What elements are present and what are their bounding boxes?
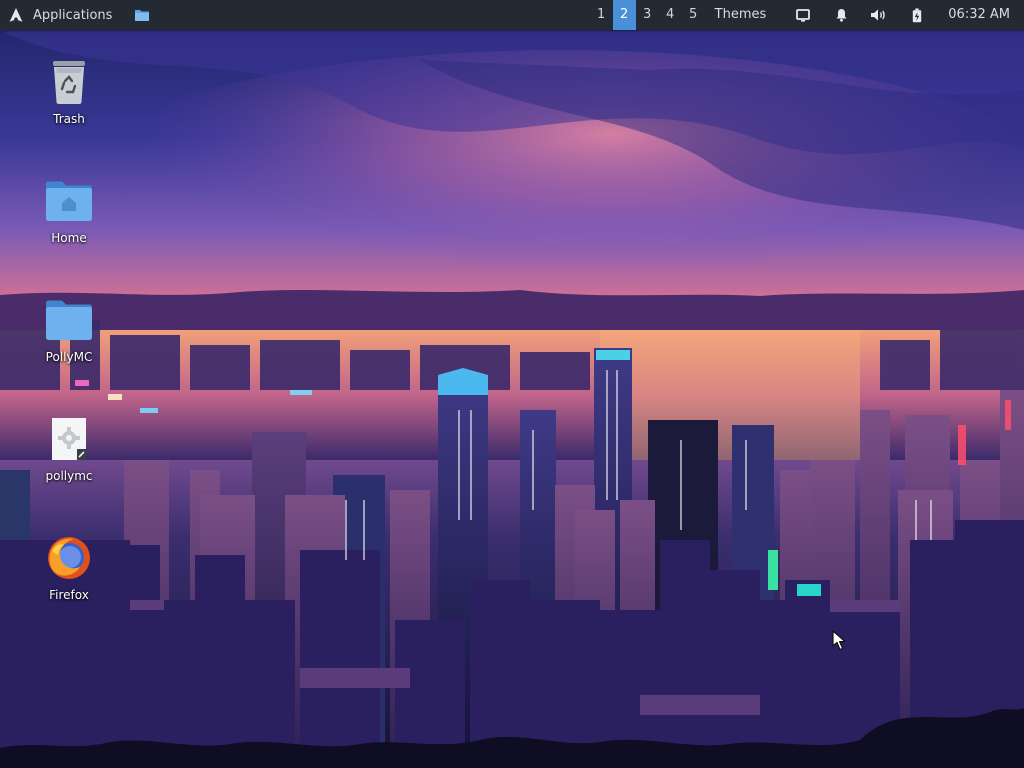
volume-tray-button[interactable] <box>860 0 898 30</box>
workspace-4[interactable]: 4 <box>659 0 682 30</box>
battery-charging-icon <box>913 8 922 22</box>
applications-label: Applications <box>33 7 113 23</box>
firefox-icon <box>45 534 93 582</box>
folder-icon <box>45 296 93 344</box>
volume-icon <box>871 9 886 21</box>
file-manager-icon <box>135 10 150 21</box>
workspace-5[interactable]: 5 <box>682 0 705 30</box>
mouse-pointer-icon <box>832 630 846 651</box>
arch-logo-icon <box>9 8 23 22</box>
desktop-icon-label: Firefox <box>49 588 89 602</box>
desktop-icon-label: Trash <box>53 112 85 126</box>
executable-file-icon <box>45 415 93 463</box>
bell-icon <box>836 9 847 22</box>
desktop-wallpaper <box>0 0 1024 768</box>
desktop-icon-label: pollymc <box>45 469 93 483</box>
desktop-icon-firefox[interactable]: Firefox <box>24 534 114 602</box>
clock[interactable]: 06:32 AM <box>936 0 1024 30</box>
workspace-2[interactable]: 2 <box>612 0 636 30</box>
workspace-switcher: 1 2 3 4 5 <box>590 0 705 30</box>
desktop-icon-pollymc-executable[interactable]: pollymc <box>24 415 114 483</box>
file-manager-launcher[interactable] <box>126 0 158 30</box>
workspace-3[interactable]: 3 <box>636 0 659 30</box>
workspace-1[interactable]: 1 <box>590 0 613 30</box>
trash-icon <box>45 58 93 106</box>
desktop-icon-label: PollyMC <box>45 350 93 364</box>
display-icon <box>796 8 811 22</box>
panel-right: 1 2 3 4 5 Themes 06:32 AM <box>590 0 1024 30</box>
top-panel: Applications 1 2 3 4 5 Themes 06:32 AM <box>0 0 1024 30</box>
notifications-tray-button[interactable] <box>822 0 860 30</box>
panel-left: Applications <box>0 0 158 30</box>
display-tray-button[interactable] <box>784 0 822 30</box>
applications-menu-button[interactable]: Applications <box>0 0 124 30</box>
battery-tray-button[interactable] <box>898 0 936 30</box>
desktop-icon-home[interactable]: Home <box>24 177 114 245</box>
themes-button[interactable]: Themes <box>709 0 785 30</box>
desktop-icon-trash[interactable]: Trash <box>24 58 114 126</box>
home-folder-icon <box>45 177 93 225</box>
desktop-icon-pollymc-folder[interactable]: PollyMC <box>24 296 114 364</box>
desktop-icon-label: Home <box>51 231 87 245</box>
